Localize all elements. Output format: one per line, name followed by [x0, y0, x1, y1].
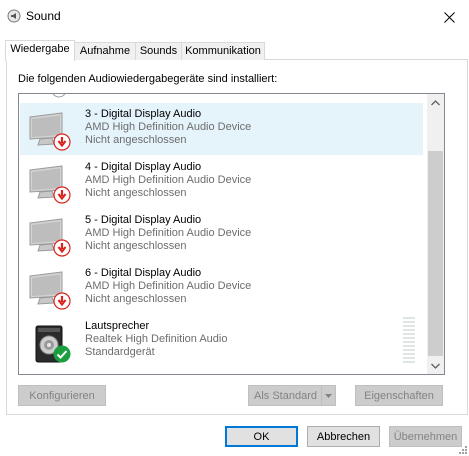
device-name: 3 - Digital Display Audio — [85, 108, 202, 120]
device-status: Nicht angeschlossen — [85, 240, 187, 252]
set-default-dropdown[interactable] — [321, 386, 335, 405]
device-driver: AMD High Definition Audio Device — [85, 174, 252, 186]
tab-aufnahme[interactable]: Aufnahme — [74, 42, 136, 60]
volume-meter — [403, 317, 415, 365]
disconnected-arrow-icon — [53, 239, 71, 257]
chevron-up-icon — [431, 99, 440, 105]
disconnected-arrow-icon — [53, 133, 71, 151]
tab-sounds[interactable]: Sounds — [135, 42, 182, 60]
ok-button[interactable]: OK — [225, 426, 298, 447]
device-item-4[interactable]: 4 - Digital Display Audio AMD High Defin… — [20, 156, 423, 208]
scroll-thumb[interactable] — [428, 151, 443, 356]
set-default-label: Als Standard — [254, 390, 317, 402]
scroll-down-button[interactable] — [427, 357, 444, 374]
vertical-scrollbar[interactable] — [427, 94, 444, 374]
cancel-button[interactable]: Abbrechen — [307, 426, 380, 447]
scroll-up-button[interactable] — [427, 94, 444, 111]
disconnected-arrow-icon — [53, 186, 71, 204]
device-name: 4 - Digital Display Audio — [85, 161, 202, 173]
window-title: Sound — [26, 9, 61, 23]
chevron-down-icon — [325, 393, 332, 398]
device-status: Nicht angeschlossen — [85, 134, 187, 146]
close-button[interactable] — [436, 6, 462, 28]
device-driver: AMD High Definition Audio Device — [85, 280, 252, 292]
device-driver: Realtek High Definition Audio — [85, 333, 228, 345]
tab-kommunikation[interactable]: Kommunikation — [181, 42, 265, 60]
device-name: Lautsprecher — [85, 320, 150, 332]
title-bar: Sound — [0, 0, 469, 34]
device-item-lautsprecher[interactable]: Lautsprecher Realtek High Definition Aud… — [20, 315, 423, 367]
device-driver: AMD High Definition Audio Device — [85, 121, 252, 133]
configure-button[interactable]: Konfigurieren — [18, 385, 106, 406]
device-name: 5 - Digital Display Audio — [85, 214, 202, 226]
instruction-text: Die folgenden Audiowiedergabegeräte sind… — [18, 73, 278, 85]
chevron-down-icon — [431, 363, 440, 369]
device-status: Nicht angeschlossen — [85, 293, 187, 305]
tab-wiedergabe[interactable]: Wiedergabe — [5, 40, 75, 61]
device-list[interactable]: 3 - Digital Display Audio AMD High Defin… — [18, 93, 445, 375]
disconnected-arrow-icon — [53, 292, 71, 310]
close-icon — [443, 11, 455, 23]
device-item-3[interactable]: 3 - Digital Display Audio AMD High Defin… — [20, 103, 423, 155]
device-name: 6 - Digital Display Audio — [85, 267, 202, 279]
device-status: Standardgerät — [85, 346, 155, 358]
device-driver: AMD High Definition Audio Device — [85, 227, 252, 239]
device-item-6[interactable]: 6 - Digital Display Audio AMD High Defin… — [20, 262, 423, 314]
properties-button[interactable]: Eigenschaften — [355, 385, 443, 406]
default-check-icon — [53, 345, 71, 363]
apply-button[interactable]: Übernehmen — [389, 426, 462, 447]
speaker-app-icon — [7, 9, 21, 23]
resize-grip-icon[interactable] — [457, 444, 467, 454]
tab-strip: Wiedergabe Aufnahme Sounds Kommunikation — [0, 40, 469, 61]
set-default-button[interactable]: Als Standard — [248, 385, 336, 406]
partial-device-icon — [52, 94, 66, 98]
device-item-5[interactable]: 5 - Digital Display Audio AMD High Defin… — [20, 209, 423, 261]
device-status: Nicht angeschlossen — [85, 187, 187, 199]
